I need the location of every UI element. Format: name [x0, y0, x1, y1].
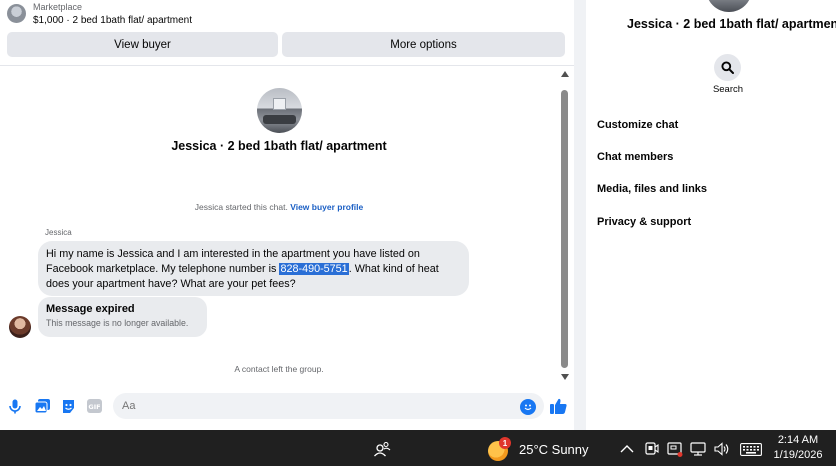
chat-avatar[interactable]: [257, 88, 302, 133]
media-files-links-item[interactable]: Media, files and links: [597, 183, 707, 195]
marketplace-header: Marketplace $1,000 · 2 bed 1bath flat/ a…: [0, 0, 574, 66]
chat-pane: Marketplace $1,000 · 2 bed 1bath flat/ a…: [0, 0, 574, 430]
view-buyer-button[interactable]: View buyer: [7, 32, 278, 57]
chat-started-text: Jessica started this chat.: [194, 202, 288, 212]
privacy-support-item[interactable]: Privacy & support: [597, 216, 691, 228]
svg-text:GIF: GIF: [88, 403, 100, 411]
view-buyer-profile-link[interactable]: View buyer profile: [290, 202, 363, 212]
chat-members-item[interactable]: Chat members: [597, 151, 673, 163]
info-title: Jessica · 2 bed 1bath flat/ apartment: [627, 17, 836, 31]
highlighted-phone-number[interactable]: 828-490-5751: [279, 263, 349, 275]
expired-message-title: Message expired: [46, 303, 135, 315]
windows-taskbar: 1 25°C Sunny 2:14 AM 1/19/2026: [0, 430, 836, 466]
people-icon[interactable]: [373, 440, 391, 458]
composer-bar: GIF: [0, 390, 574, 424]
weather-badge: 1: [499, 437, 511, 449]
customize-chat-item[interactable]: Customize chat: [597, 119, 678, 131]
network-icon[interactable]: [690, 441, 706, 457]
sticker-icon[interactable]: [60, 398, 76, 414]
chat-info-pane: Jessica · 2 bed 1bath flat/ apartment Se…: [586, 0, 836, 430]
listing-thumbnail[interactable]: [7, 4, 26, 23]
microphone-icon[interactable]: [7, 398, 23, 414]
marketplace-label: Marketplace: [33, 2, 83, 12]
photo-icon[interactable]: [34, 398, 50, 414]
search-label[interactable]: Search: [706, 84, 750, 95]
more-options-button[interactable]: More options: [282, 32, 565, 57]
emoji-icon[interactable]: [520, 399, 536, 415]
sender-name: Jessica: [45, 228, 72, 237]
clock-time: 2:14 AM: [777, 434, 819, 446]
scroll-down-arrow-icon[interactable]: [561, 374, 569, 380]
meet-now-icon[interactable]: [643, 441, 659, 457]
chevron-up-icon[interactable]: [619, 441, 635, 457]
info-avatar[interactable]: [706, 0, 752, 12]
chat-started-notice: Jessica started this chat. View buyer pr…: [0, 202, 558, 212]
volume-icon[interactable]: [714, 441, 730, 457]
sender-avatar[interactable]: [9, 316, 31, 338]
gif-icon[interactable]: GIF: [86, 398, 102, 414]
thumbs-up-icon[interactable]: [548, 396, 568, 416]
message-bubble[interactable]: Hi my name is Jessica and I am intereste…: [38, 241, 469, 296]
message-input[interactable]: [113, 393, 544, 419]
avatar-window-shape: [273, 98, 286, 110]
search-icon[interactable]: [714, 54, 741, 81]
clock-date: 1/19/2026: [773, 449, 823, 461]
system-clock[interactable]: 2:14 AM 1/19/2026: [772, 433, 824, 463]
listing-title[interactable]: $1,000 · 2 bed 1bath flat/ apartment: [33, 15, 192, 26]
screen: Marketplace $1,000 · 2 bed 1bath flat/ a…: [0, 0, 836, 466]
pane-divider: [574, 0, 586, 430]
chat-title: Jessica · 2 bed 1bath flat/ apartment: [171, 139, 387, 153]
keyboard-icon[interactable]: [740, 441, 762, 457]
scroll-up-arrow-icon[interactable]: [561, 71, 569, 77]
expired-message-bubble: Message expired This message is no longe…: [38, 297, 207, 337]
avatar-sofa-shape: [263, 115, 296, 124]
contact-left-notice: A contact left the group.: [234, 364, 324, 374]
scroll-thumb[interactable]: [561, 90, 568, 368]
weather-text[interactable]: 25°C Sunny: [519, 442, 589, 457]
expired-message-subtitle: This message is no longer available.: [46, 318, 189, 328]
screen-capture-icon[interactable]: [667, 441, 683, 457]
chat-scrollbar[interactable]: [558, 68, 572, 382]
